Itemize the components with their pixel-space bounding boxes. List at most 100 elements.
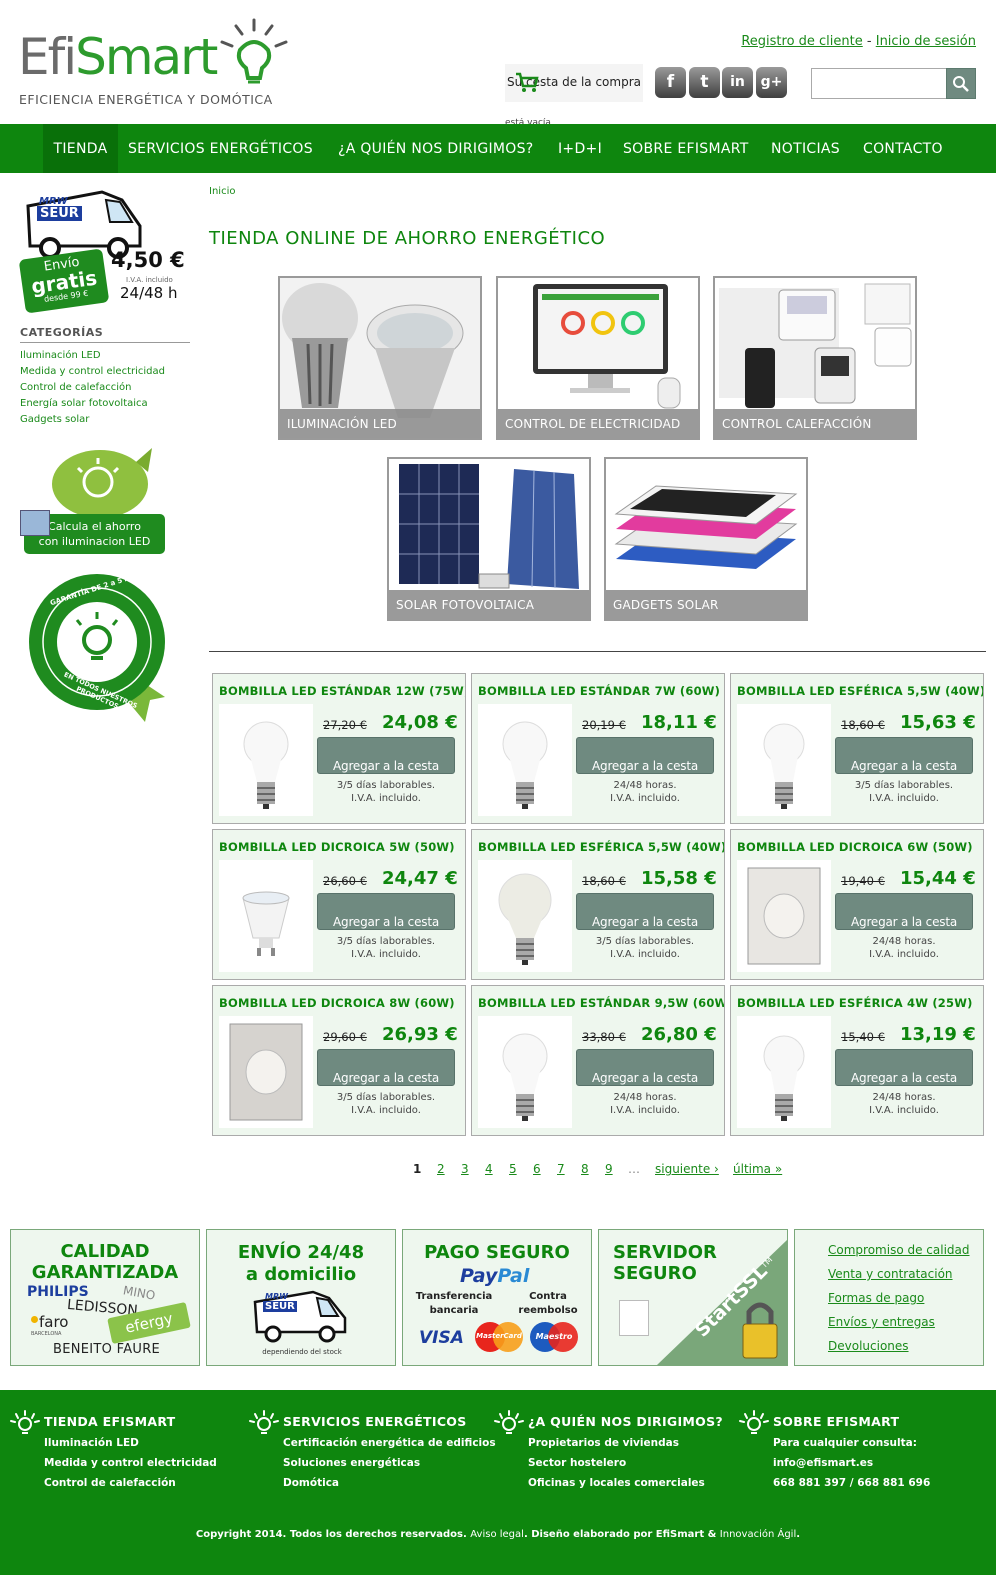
quality-box[interactable]: CALIDAD GARANTIZADA PHILIPS MINO LEDISSO… (10, 1229, 200, 1366)
product-name[interactable]: BOMBILLA LED DICROICA 8W (60W) (219, 996, 455, 1010)
category-link[interactable]: Medida y control electricidad (20, 366, 165, 377)
product-card[interactable]: BOMBILLA LED DICROICA 5W (50W) 26,60 € 24,… (212, 829, 466, 980)
tile-solar-fotovoltaica[interactable]: SOLAR FOTOVOLTAICA (387, 457, 591, 621)
nav-tienda[interactable]: TIENDA (43, 124, 118, 173)
cart-widget[interactable]: Su cesta de la compra (505, 64, 643, 102)
register-link[interactable]: Registro de cliente (741, 34, 862, 49)
server-box[interactable]: SERVIDOR SEGURO StartSSL TM (598, 1229, 788, 1366)
footer-link[interactable]: Domótica (249, 1477, 496, 1489)
twitter-icon[interactable]: t (689, 67, 720, 98)
led-savings-calculator-banner[interactable]: Calcula el ahorro con iluminacion LED (20, 442, 170, 557)
pagination-page[interactable]: 6 (533, 1162, 541, 1176)
footer-link[interactable]: Medida y control electricidad (10, 1457, 217, 1469)
pagination-page[interactable]: 4 (485, 1162, 493, 1176)
tile-control-electricidad[interactable]: CONTROL DE ELECTRICIDAD (496, 276, 700, 440)
product-card[interactable]: BOMBILLA LED ESTÁNDAR 9,5W (60W) 33,80 € 2… (471, 985, 725, 1136)
sales-contract-link[interactable]: Venta y contratación (828, 1267, 953, 1281)
payment-box[interactable]: PAGO SEGURO PayPal Transferencia bancaria… (402, 1229, 592, 1366)
pagination-next[interactable]: siguiente › (655, 1162, 719, 1176)
add-to-cart-button[interactable]: Agregar a la cesta (576, 1049, 714, 1086)
product-image[interactable] (478, 860, 572, 972)
category-link[interactable]: Energía solar fotovoltaica (20, 398, 148, 409)
product-card[interactable]: BOMBILLA LED DICROICA 6W (50W) 19,40 € 15,… (730, 829, 984, 980)
product-image[interactable] (737, 704, 831, 816)
tile-control-calefaccion[interactable]: CONTROL CALEFACCIÓN (713, 276, 917, 440)
calc-line-2: con iluminacion LED (38, 535, 151, 548)
add-to-cart-button[interactable]: Agregar a la cesta (317, 1049, 455, 1086)
site-logo[interactable]: EfiSmart EFICIENCIA ENERGÉTICA Y DOMÓTIC… (18, 16, 298, 111)
product-card[interactable]: BOMBILLA LED ESTÁNDAR 7W (60W) 20,19 € 18,… (471, 673, 725, 824)
linkedin-icon[interactable]: in (722, 67, 753, 98)
product-image[interactable] (219, 860, 313, 972)
product-image[interactable] (737, 1016, 831, 1128)
footer-link[interactable]: Para cualquier consulta: (739, 1437, 930, 1449)
category-link[interactable]: Gadgets solar (20, 414, 89, 425)
pagination-page[interactable]: 5 (509, 1162, 517, 1176)
add-to-cart-button[interactable]: Agregar a la cesta (835, 893, 973, 930)
product-name[interactable]: BOMBILLA LED ESTÁNDAR 9,5W (60W) (478, 996, 724, 1010)
googleplus-icon[interactable]: g+ (756, 67, 787, 98)
product-card[interactable]: BOMBILLA LED ESFÉRICA 5,5W (40W) 18,60 € 1… (471, 829, 725, 980)
returns-link[interactable]: Devoluciones (828, 1339, 909, 1353)
product-name[interactable]: BOMBILLA LED DICROICA 5W (50W) (219, 840, 455, 854)
pagination-page[interactable]: 8 (581, 1162, 589, 1176)
product-card[interactable]: BOMBILLA LED ESFÉRICA 5,5W (40W) 18,60 € 1… (730, 673, 984, 824)
pagination-page[interactable]: 7 (557, 1162, 565, 1176)
product-name[interactable]: BOMBILLA LED ESFÉRICA 5,5W (40W) (737, 684, 983, 698)
nav-servicios[interactable]: SERVICIOS ENERGÉTICOS (128, 124, 313, 173)
nav-contacto[interactable]: CONTACTO (863, 124, 943, 173)
footer-link[interactable]: Iluminación LED (10, 1437, 217, 1449)
shipping-banner[interactable]: MRW SEUR Envío gratis desde 99 € 4,50 € … (18, 186, 192, 314)
footer-link[interactable]: Oficinas y locales comerciales (494, 1477, 723, 1489)
add-to-cart-button[interactable]: Agregar a la cesta (835, 737, 973, 774)
nav-sobre[interactable]: SOBRE EFISMART (623, 124, 749, 173)
footer-link[interactable]: Propietarios de viviendas (494, 1437, 723, 1449)
add-to-cart-button[interactable]: Agregar a la cesta (317, 893, 455, 930)
pagination-page[interactable]: 9 (605, 1162, 613, 1176)
category-link[interactable]: Iluminación LED (20, 350, 101, 361)
breadcrumb[interactable]: Inicio (209, 186, 235, 197)
tile-iluminacion-led[interactable]: ILUMINACIÓN LED (278, 276, 482, 440)
product-card[interactable]: BOMBILLA LED DICROICA 8W (60W) 29,60 € 26,… (212, 985, 466, 1136)
product-name[interactable]: BOMBILLA LED ESTÁNDAR 7W (60W) (478, 684, 720, 698)
add-to-cart-button[interactable]: Agregar a la cesta (835, 1049, 973, 1086)
product-name[interactable]: BOMBILLA LED ESFÉRICA 5,5W (40W) (478, 840, 724, 854)
shipping-box[interactable]: ENVÍO 24/48 a domicilio MRW SEUR dependi… (206, 1229, 396, 1366)
nav-noticias[interactable]: NOTICIAS (771, 124, 840, 173)
footer-link[interactable]: Certificación energética de edificios (249, 1437, 496, 1449)
pagination-page[interactable]: 3 (461, 1162, 469, 1176)
agile-link[interactable]: Innovación Ágil (720, 1529, 796, 1540)
pagination-page[interactable]: 2 (437, 1162, 445, 1176)
product-name[interactable]: BOMBILLA LED ESTÁNDAR 12W (75W) (219, 684, 465, 698)
shipping-delivery-link[interactable]: Envíos y entregas (828, 1315, 935, 1329)
facebook-icon[interactable]: f (655, 67, 686, 98)
search-button[interactable] (946, 68, 976, 99)
footer-link[interactable]: Soluciones energéticas (249, 1457, 496, 1469)
category-link[interactable]: Control de calefacción (20, 382, 131, 393)
product-image[interactable] (737, 860, 831, 972)
search-input[interactable] (811, 68, 947, 99)
product-image[interactable] (478, 1016, 572, 1128)
payment-methods-link[interactable]: Formas de pago (828, 1291, 924, 1305)
product-name[interactable]: BOMBILLA LED ESFÉRICA 4W (25W) (737, 996, 973, 1010)
add-to-cart-button[interactable]: Agregar a la cesta (317, 737, 455, 774)
nav-idi[interactable]: I+D+I (558, 124, 602, 173)
product-card[interactable]: BOMBILLA LED ESFÉRICA 4W (25W) 15,40 € 13,… (730, 985, 984, 1136)
tile-gadgets-solar[interactable]: GADGETS SOLAR (604, 457, 808, 621)
add-to-cart-button[interactable]: Agregar a la cesta (576, 893, 714, 930)
nav-a-quien[interactable]: ¿A QUIÉN NOS DIRIGIMOS? (338, 124, 534, 173)
product-card[interactable]: BOMBILLA LED ESTÁNDAR 12W (75W) 27,20 € 24… (212, 673, 466, 824)
footer-link[interactable]: Sector hostelero (494, 1457, 723, 1469)
legal-link[interactable]: Aviso legal (470, 1529, 524, 1540)
product-image[interactable] (219, 1016, 313, 1128)
quality-commitment-link[interactable]: Compromiso de calidad (828, 1243, 970, 1257)
footer-link[interactable]: info@efismart.es (739, 1457, 930, 1469)
add-to-cart-button[interactable]: Agregar a la cesta (576, 737, 714, 774)
product-name[interactable]: BOMBILLA LED DICROICA 6W (50W) (737, 840, 973, 854)
footer-link[interactable]: Control de calefacción (10, 1477, 217, 1489)
pagination-last[interactable]: última » (733, 1162, 782, 1176)
login-link[interactable]: Inicio de sesión (876, 34, 976, 49)
footer-link[interactable]: 668 881 397 / 668 881 696 (739, 1477, 930, 1489)
product-image[interactable] (219, 704, 313, 816)
product-image[interactable] (478, 704, 572, 816)
